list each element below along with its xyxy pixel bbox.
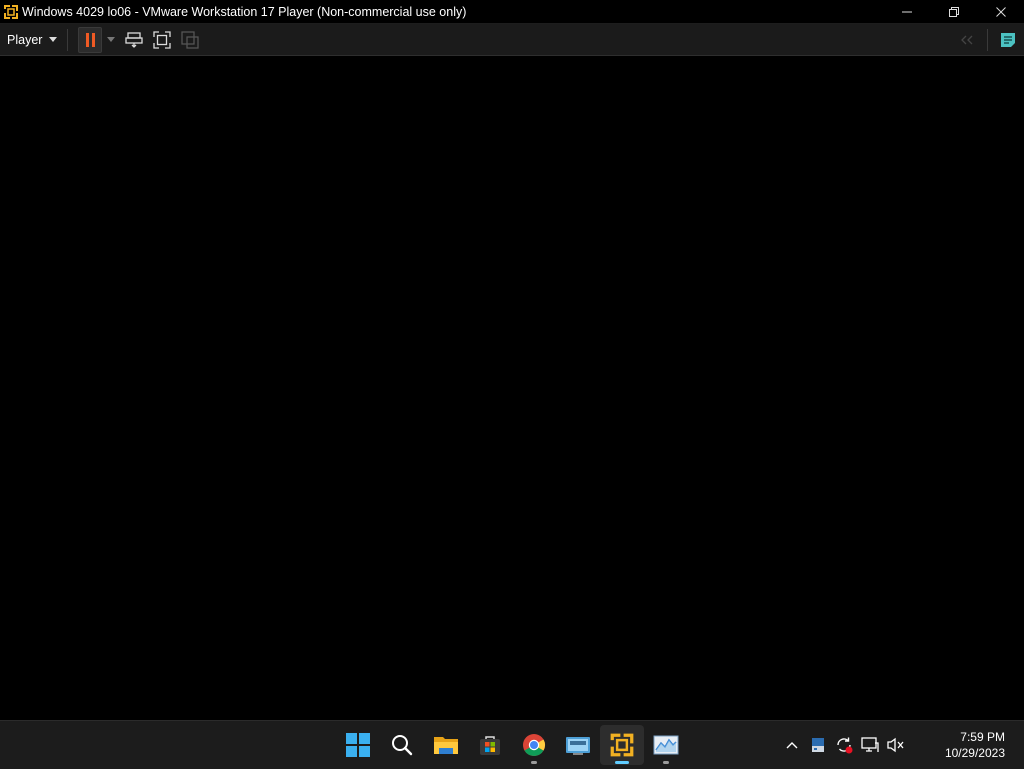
start-button[interactable]	[336, 725, 380, 765]
show-hidden-icons-chevron-icon	[786, 742, 798, 749]
vmware-player-icon	[610, 733, 634, 757]
restore-icon	[948, 6, 959, 17]
library-panel-button[interactable]	[994, 27, 1022, 53]
clock-date: 10/29/2023	[944, 746, 1005, 760]
full-screen-icon	[153, 30, 172, 49]
drive-tray-button[interactable]	[806, 733, 830, 757]
close-icon	[995, 6, 1006, 17]
drive-icon	[812, 738, 824, 752]
player-menu-label: Player	[7, 32, 43, 47]
pause-button[interactable]	[78, 26, 103, 53]
unity-icon	[181, 30, 200, 49]
file-explorer-button[interactable]	[424, 725, 468, 765]
restore-button[interactable]	[930, 0, 977, 23]
unity-button[interactable]	[176, 27, 204, 53]
send-ctrl-alt-del-button[interactable]	[120, 27, 148, 53]
title-bar[interactable]: Windows 4029 lo06 - VMware Workstation 1…	[0, 0, 1024, 24]
close-button[interactable]	[977, 0, 1024, 23]
microsoft-store-button[interactable]	[468, 725, 512, 765]
network-tray-button[interactable]	[858, 733, 882, 757]
window-controls	[883, 0, 1024, 23]
network-icon	[861, 737, 879, 752]
window-title: Windows 4029 lo06 - VMware Workstation 1…	[22, 4, 467, 19]
sync-icon	[837, 737, 853, 754]
back-icon	[961, 35, 973, 44]
chrome-button[interactable]	[512, 725, 556, 765]
player-menu[interactable]: Player	[0, 24, 64, 55]
clock-time: 7:59 PM	[960, 730, 1005, 744]
toolbar-separator	[67, 28, 69, 51]
guest-screen[interactable]	[0, 56, 1024, 719]
remote-desktop-icon	[566, 737, 590, 755]
toolbar-right	[953, 24, 1024, 55]
volume-muted-icon	[887, 737, 904, 753]
taskbar-clock[interactable]: 7:59 PM 10/29/2023	[909, 729, 1024, 761]
pause-icon	[85, 32, 89, 47]
vmware-icon	[3, 3, 19, 20]
system-tray: 7:59 PM 10/29/2023	[779, 721, 1024, 769]
vmware-toolbar: Player	[0, 24, 1024, 56]
show-hidden-icons-button[interactable]	[780, 733, 804, 757]
dropdown-arrow-icon	[107, 37, 116, 42]
chevron-down-icon	[49, 37, 58, 42]
minimize-button[interactable]	[883, 0, 930, 23]
microsoft-store-icon	[480, 736, 500, 755]
taskbar-apps	[336, 721, 688, 769]
volume-tray-button[interactable]	[884, 733, 908, 757]
performance-monitor-button[interactable]	[644, 725, 688, 765]
sync-tray-button[interactable]	[832, 733, 856, 757]
full-screen-button[interactable]	[148, 27, 176, 53]
taskbar: 7:59 PM 10/29/2023	[0, 720, 1024, 769]
start-icon	[346, 733, 370, 757]
back-button[interactable]	[953, 27, 981, 53]
send-ctrl-alt-del-icon	[125, 31, 144, 48]
chrome-icon	[523, 734, 545, 756]
library-panel-icon	[1001, 32, 1015, 47]
remote-desktop-button[interactable]	[556, 725, 600, 765]
vmware-player-button[interactable]	[600, 725, 644, 765]
toolbar-separator	[987, 28, 988, 51]
search-button[interactable]	[380, 725, 424, 765]
search-icon	[392, 735, 413, 756]
performance-monitor-icon	[653, 735, 679, 755]
minimize-icon	[901, 11, 912, 12]
file-explorer-icon	[434, 737, 458, 754]
power-dropdown-button[interactable]	[102, 27, 120, 53]
